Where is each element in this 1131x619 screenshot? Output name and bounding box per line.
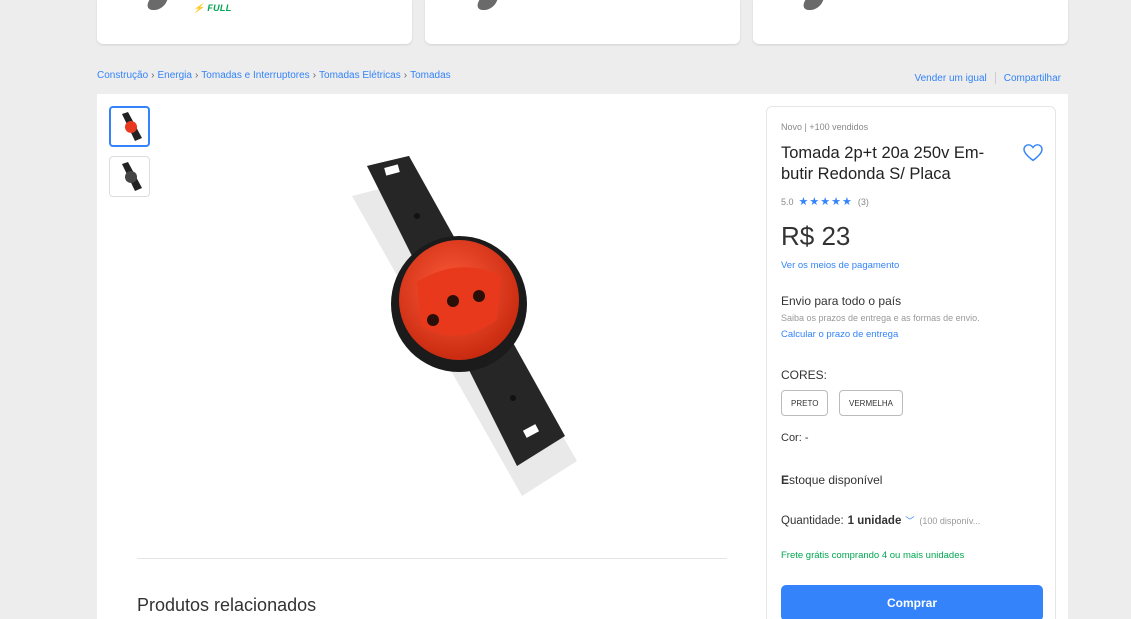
breadcrumb: Construção › Energia › Tomadas e Interruptor… <box>97 70 451 81</box>
rating[interactable]: 5.0 ★★★★★ (3) <box>781 195 869 208</box>
recommendation-cards: ⚡ FULL <box>97 0 1068 44</box>
breadcrumb-separator: › <box>403 70 408 81</box>
black-socket-thumbnail-icon <box>121 161 142 191</box>
product-image[interactable] <box>327 144 587 504</box>
rating-stars-icon: ★★★★★ <box>798 196 853 208</box>
buy-button[interactable]: Comprar <box>781 585 1043 619</box>
quantity-label: Quantidade: <box>781 515 844 527</box>
product-thumbnail <box>144 0 168 10</box>
product-thumbnail <box>800 0 824 10</box>
favorite-heart-icon[interactable] <box>1022 142 1044 164</box>
calculate-shipping-link[interactable]: Calcular o prazo de entrega <box>781 329 898 340</box>
review-count: (3) <box>857 196 869 207</box>
payment-methods-link[interactable]: Ver os meios de pagamento <box>781 260 899 271</box>
condition-sales: Novo | +100 vendidos <box>781 122 869 132</box>
recommendation-card[interactable] <box>425 0 740 44</box>
product-thumbnail <box>474 0 498 10</box>
share-link[interactable]: Compartilhar <box>1004 73 1061 84</box>
breadcrumb-item[interactable]: Tomadas Elétricas <box>319 70 401 81</box>
rating-value: 5.0 <box>781 196 794 207</box>
page-actions: Vender um igual Compartilhar <box>914 72 1061 84</box>
full-badge-label: FULL <box>207 3 232 13</box>
price: R$ 23 <box>781 221 851 251</box>
stock-initial: E <box>781 473 790 487</box>
related-products-title: Produtos relacionados <box>137 595 317 615</box>
full-badge: ⚡ FULL <box>193 3 232 13</box>
product-main: Produtos relacionados Novo | +100 vendid… <box>97 94 1068 619</box>
colors-label: CORES: <box>781 368 828 382</box>
product-title: Tomada 2p+t 20a 250v Em-butir Redonda S/… <box>781 144 985 183</box>
chevron-down-icon: ﹀ <box>905 516 915 526</box>
free-shipping-note: Frete grátis comprando 4 ou mais unidade… <box>781 550 965 561</box>
recommendation-card[interactable]: ⚡ FULL <box>97 0 412 44</box>
recommendation-card[interactable] <box>753 0 1068 44</box>
actions-divider <box>994 72 996 84</box>
selected-color: Cor: - <box>781 432 809 444</box>
gallery-thumbnail-2[interactable] <box>109 156 150 197</box>
color-option-preto[interactable]: PRETO <box>781 390 829 416</box>
gallery-thumbnail-1[interactable] <box>109 106 150 147</box>
breadcrumb-item[interactable]: Construção <box>97 70 148 81</box>
breadcrumb-item[interactable]: Tomadas <box>410 70 451 81</box>
red-socket-thumbnail-icon <box>121 111 142 141</box>
quantity-value: 1 unidade <box>847 515 902 527</box>
stock-text: stoque disponível <box>789 473 883 487</box>
color-option-vermelha[interactable]: VERMELHA <box>839 390 904 416</box>
quantity-selector[interactable]: Quantidade: 1 unidade ﹀ (100 disponív... <box>781 514 980 527</box>
breadcrumb-separator: › <box>312 70 317 81</box>
breadcrumb-separator: › <box>151 70 155 81</box>
quantity-available: (100 disponív... <box>919 516 981 526</box>
breadcrumb-separator: › <box>194 70 199 81</box>
shipping-subtitle: Saiba os prazos de entrega e as formas d… <box>781 313 980 323</box>
breadcrumb-item[interactable]: Energia <box>157 70 191 81</box>
stock-status: Estoque disponível <box>781 473 882 487</box>
sell-similar-link[interactable]: Vender um igual <box>914 73 986 84</box>
breadcrumb-item[interactable]: Tomadas e Interruptores <box>201 70 309 81</box>
section-divider <box>137 558 727 559</box>
buy-box: Novo | +100 vendidos Tomada 2p+t 20a 250… <box>766 106 1056 619</box>
shipping-title: Envio para todo o país <box>781 294 902 308</box>
